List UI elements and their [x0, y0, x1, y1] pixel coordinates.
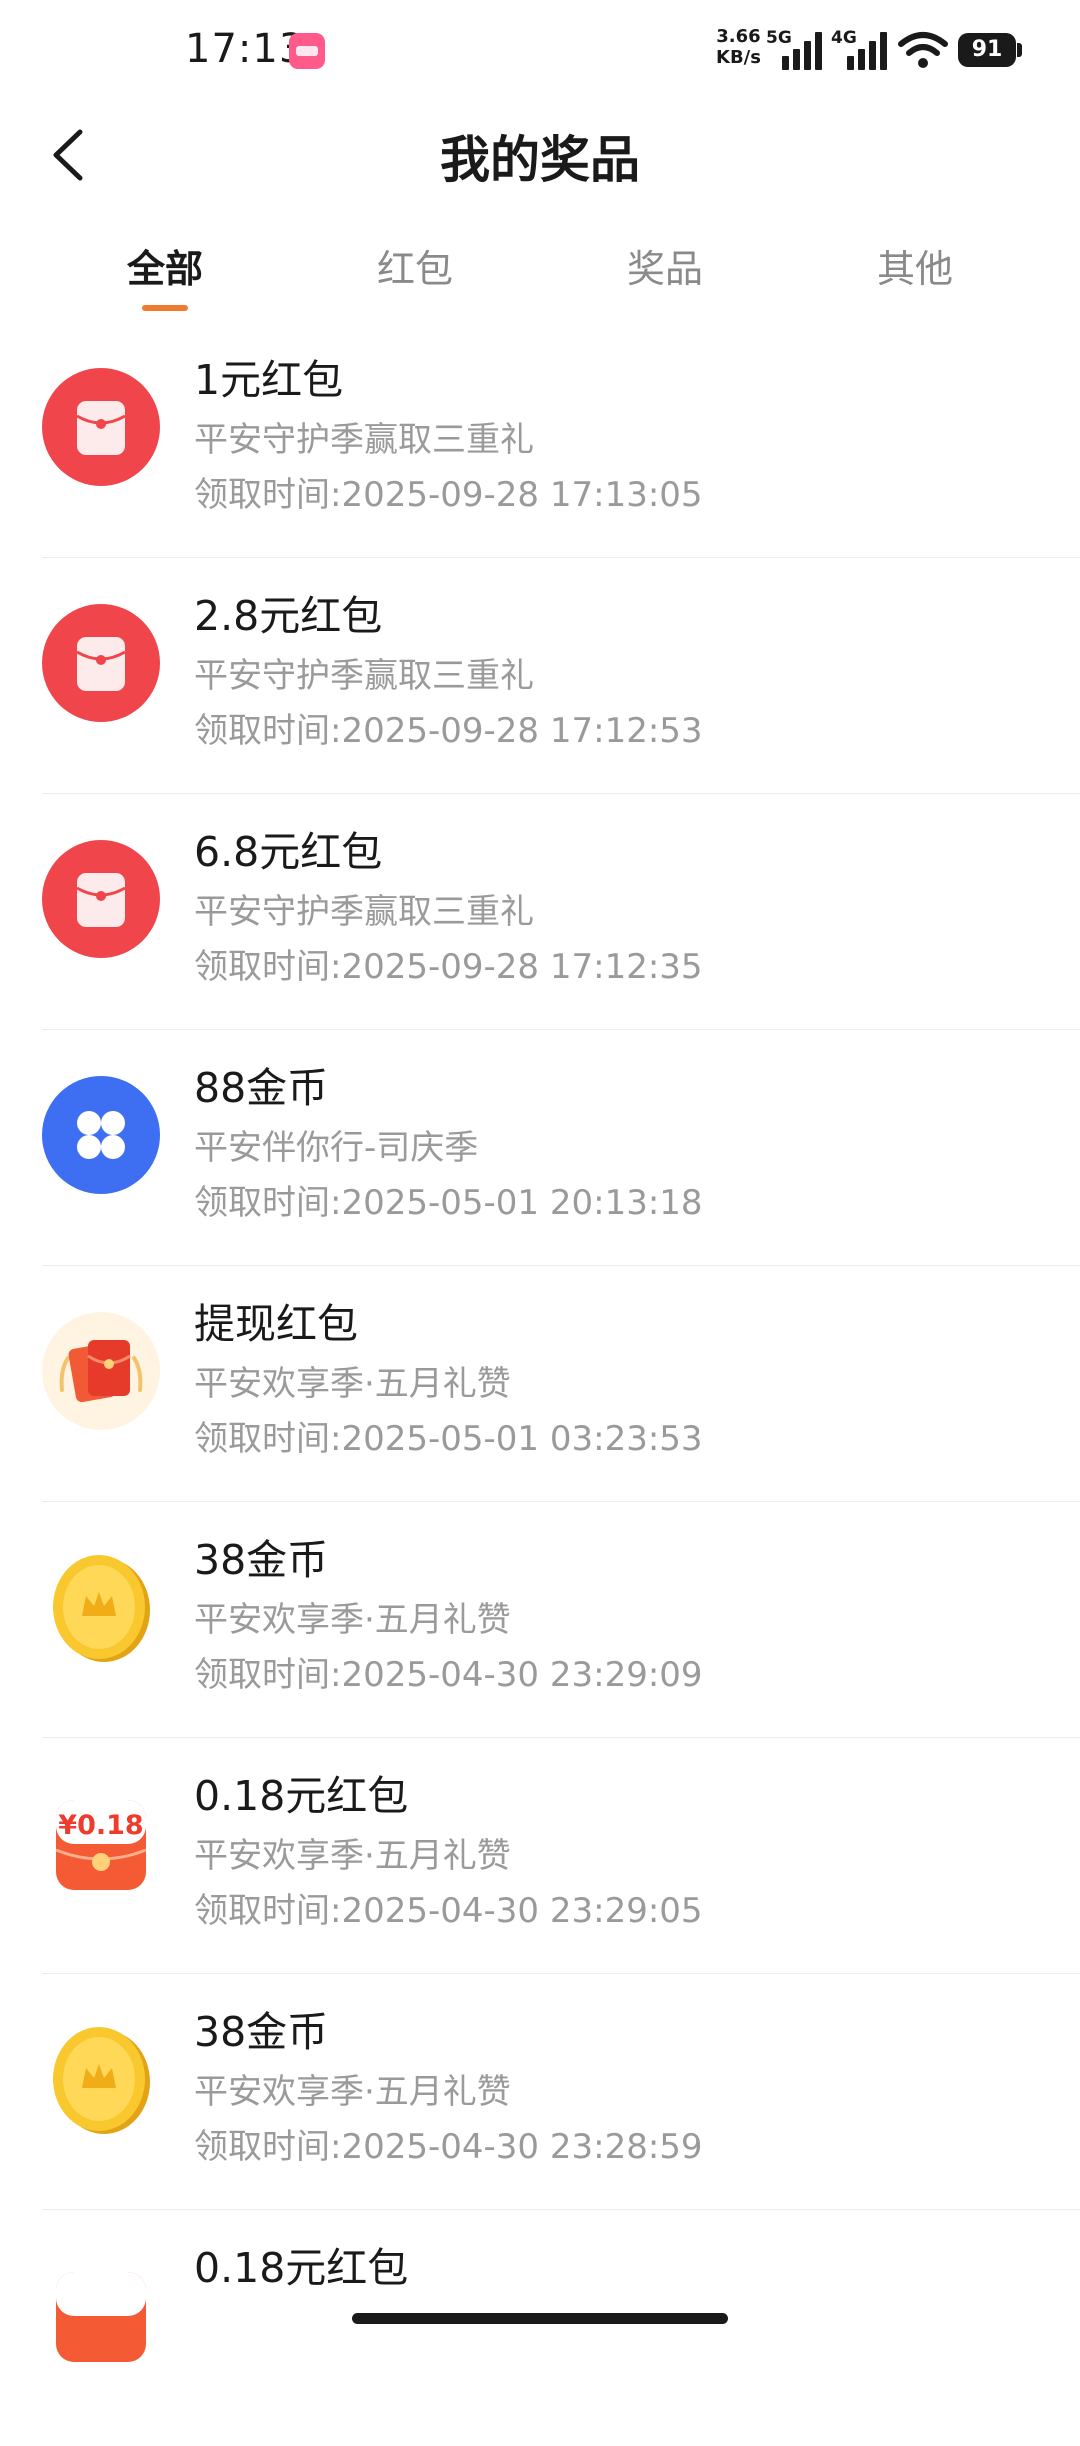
tab-prizes[interactable]: 奖品 [540, 238, 790, 293]
prize-title: 0.18元红包 [194, 1772, 409, 1820]
claim-time: 领取时间:2025-05-01 20:13:18 [194, 1183, 703, 1223]
list-item[interactable]: 38金币 平安欢享季·五月礼赞 领取时间:2025-04-30 23:28:59 [0, 1974, 1080, 2210]
list-item[interactable]: 88金币 平安伴你行-司庆季 领取时间:2025-05-01 20:13:18 [0, 1030, 1080, 1266]
network-speed: 3.66 KB/s [716, 26, 761, 68]
list-item[interactable]: 2.8元红包 平安守护季赢取三重礼 领取时间:2025-09-28 17:12:… [0, 558, 1080, 794]
list-item[interactable]: 0.18元红包 [0, 2210, 1080, 2446]
gold-coin-icon [53, 1555, 150, 1662]
prize-title: 38金币 [194, 2008, 329, 2056]
clover-icon [42, 1076, 160, 1194]
battery-icon: 91 [958, 33, 1016, 67]
prize-title: 1元红包 [194, 356, 344, 404]
red-packet-icon [42, 368, 160, 486]
list-item[interactable]: 6.8元红包 平安守护季赢取三重礼 领取时间:2025-09-28 17:12:… [0, 794, 1080, 1030]
prize-source: 平安欢享季·五月礼赞 [194, 2072, 511, 2112]
list-item[interactable]: 1元红包 平安守护季赢取三重礼 领取时间:2025-09-28 17:13:05 [0, 322, 1080, 558]
home-indicator[interactable] [352, 2313, 728, 2324]
status-bar: 17:13 3.66 KB/s 5G 4G 91 [0, 0, 1080, 100]
claim-time: 领取时间:2025-04-30 23:29:09 [194, 1655, 703, 1695]
prize-title: 提现红包 [194, 1300, 358, 1348]
prize-source: 平安守护季赢取三重礼 [194, 656, 534, 696]
red-packet-icon [42, 604, 160, 722]
tab-bar: 全部 红包 奖品 其他 [0, 228, 1080, 318]
page-title: 我的奖品 [440, 131, 640, 189]
speed-unit: KB/s [716, 47, 761, 68]
tab-other[interactable]: 其他 [790, 238, 1040, 293]
prize-source: 平安伴你行-司庆季 [194, 1128, 479, 1168]
prize-list: 1元红包 平安守护季赢取三重礼 领取时间:2025-09-28 17:13:05… [0, 322, 1080, 2446]
list-item[interactable]: ¥0.18 0.18元红包 平安欢享季·五月礼赞 领取时间:2025-04-30… [0, 1738, 1080, 1974]
wifi-icon [898, 32, 948, 68]
signal-icon [782, 30, 826, 70]
speed-value: 3.66 [716, 26, 761, 47]
prize-title: 88金币 [194, 1064, 329, 1112]
claim-time: 领取时间:2025-04-30 23:29:05 [194, 1891, 703, 1931]
tab-all[interactable]: 全部 [40, 238, 290, 293]
tab-red-packets[interactable]: 红包 [290, 238, 540, 293]
prize-source: 平安欢享季·五月礼赞 [194, 1600, 511, 1640]
header: 我的奖品 [0, 100, 1080, 210]
prize-title: 2.8元红包 [194, 592, 383, 640]
red-packet-icon [42, 840, 160, 958]
signal-icon [847, 30, 891, 70]
red-envelope-amount-icon [56, 2272, 146, 2362]
envelope-icon [42, 1312, 160, 1430]
list-item[interactable]: 38金币 平安欢享季·五月礼赞 领取时间:2025-04-30 23:29:09 [0, 1502, 1080, 1738]
prize-title: 6.8元红包 [194, 828, 383, 876]
battery-cap [1017, 43, 1022, 57]
status-time: 17:13 [185, 26, 306, 72]
active-tab-indicator [142, 305, 188, 311]
envelope-amount-text: ¥0.18 [58, 1810, 143, 1841]
claim-time: 领取时间:2025-09-28 17:12:35 [194, 947, 703, 987]
prize-source: 平安欢享季·五月礼赞 [194, 1836, 511, 1876]
gold-coin-icon [53, 2027, 150, 2134]
prize-title: 38金币 [194, 1536, 329, 1584]
prize-source: 平安守护季赢取三重礼 [194, 892, 534, 932]
claim-time: 领取时间:2025-09-28 17:13:05 [194, 475, 703, 515]
list-item[interactable]: 提现红包 平安欢享季·五月礼赞 领取时间:2025-05-01 03:23:53 [0, 1266, 1080, 1502]
claim-time: 领取时间:2025-09-28 17:12:53 [194, 711, 703, 751]
prize-source: 平安欢享季·五月礼赞 [194, 1364, 511, 1404]
prize-source: 平安守护季赢取三重礼 [194, 420, 534, 460]
app-notification-icon [289, 33, 325, 69]
red-envelope-amount-icon: ¥0.18 [55, 1800, 147, 1890]
claim-time: 领取时间:2025-04-30 23:28:59 [194, 2127, 703, 2167]
prize-title: 0.18元红包 [194, 2244, 409, 2292]
claim-time: 领取时间:2025-05-01 03:23:53 [194, 1419, 703, 1459]
